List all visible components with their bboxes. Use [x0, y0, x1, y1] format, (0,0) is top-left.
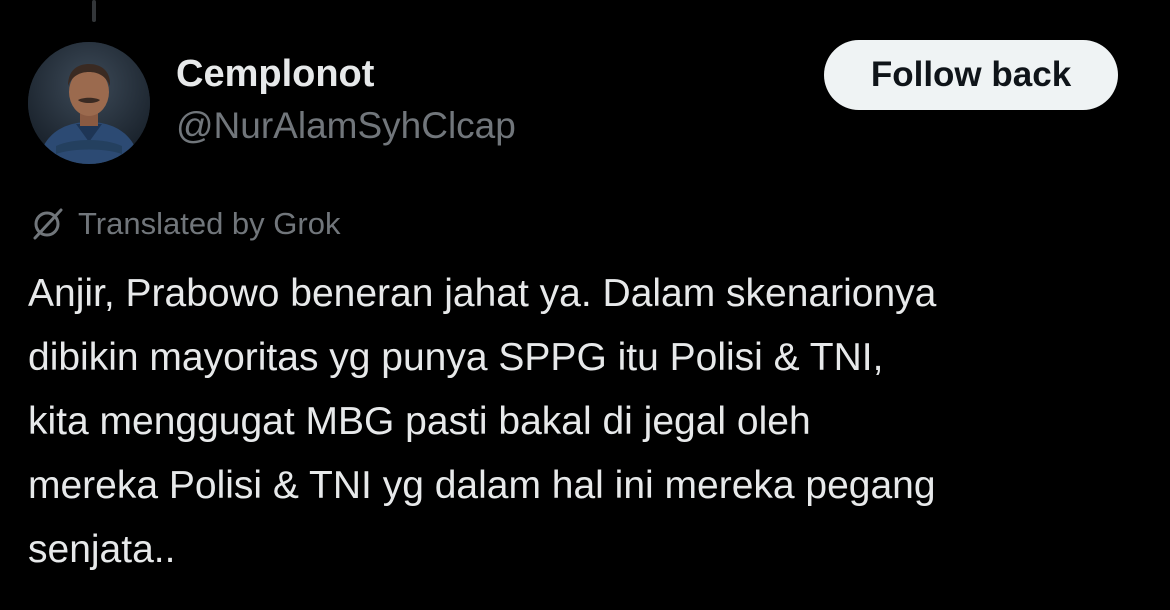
tweet-text: Anjir, Prabowo beneran jahat ya. Dalam s…: [28, 262, 1153, 582]
tweet-text-line: mereka Polisi & TNI yg dalam hal ini mer…: [28, 464, 936, 507]
author-display-name[interactable]: Cemplonot: [176, 52, 374, 96]
tweet-text-line: senjata..: [28, 528, 176, 571]
translation-note[interactable]: Translated by Grok: [28, 202, 340, 246]
follow-back-button[interactable]: Follow back: [824, 40, 1118, 110]
thread-connector-line: [92, 0, 96, 22]
author-handle[interactable]: @NurAlamSyhClcap: [176, 104, 516, 148]
tweet-text-line: dibikin mayoritas yg punya SPPG itu Poli…: [28, 336, 884, 379]
tweet-text-line: kita menggugat MBG pasti bakal di jegal …: [28, 400, 811, 443]
profile-photo-icon: [28, 42, 150, 164]
translate-slash-icon: [28, 205, 66, 243]
translation-label: Translated by Grok: [78, 206, 341, 241]
avatar[interactable]: [28, 42, 150, 164]
tweet-text-line: Anjir, Prabowo beneran jahat ya. Dalam s…: [28, 272, 937, 315]
